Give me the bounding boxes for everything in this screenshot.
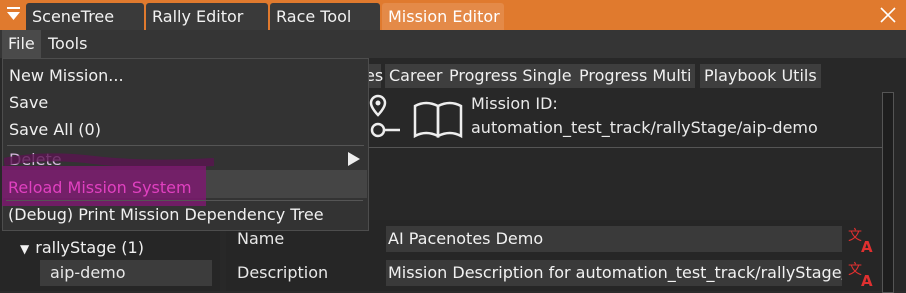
book-icon	[413, 101, 463, 139]
menu-bar: File Tools	[0, 30, 906, 58]
collapse-triangle-icon[interactable]	[4, 3, 24, 27]
menu-separator	[6, 200, 363, 201]
tree-folder-rallystage[interactable]: ▼ rallyStage (1)	[20, 238, 144, 257]
svg-text:文: 文	[848, 262, 862, 278]
menu-file[interactable]: File	[2, 30, 41, 58]
subtab-progress-multi[interactable]: Progress Multi	[575, 64, 696, 88]
translate-icon[interactable]: 文 A	[847, 260, 877, 290]
menu-item-save-all[interactable]: Save All (0)	[9, 117, 101, 143]
tab-mission-editor[interactable]: Mission Editor	[382, 3, 504, 30]
map-pin-route-icon	[369, 94, 400, 138]
divider	[368, 147, 882, 148]
menu-tools[interactable]: Tools	[42, 30, 93, 58]
tab-rally-editor[interactable]: Rally Editor	[146, 3, 268, 30]
description-label: Description	[237, 263, 329, 282]
mission-id-value: automation_test_track/rallyStage/aip-dem…	[471, 118, 818, 137]
tree-folder-label: rallyStage (1)	[35, 238, 144, 257]
svg-text:A: A	[861, 272, 873, 288]
subtab-playbook-utils[interactable]: Playbook Utils	[700, 64, 821, 88]
close-icon[interactable]	[878, 5, 898, 25]
tree-item-label: aip-demo	[50, 263, 126, 282]
mission-type-icons	[368, 92, 464, 142]
svg-text:文: 文	[848, 228, 862, 244]
tab-scenetree[interactable]: SceneTree	[26, 3, 144, 30]
tree-item-aip-demo[interactable]: aip-demo	[40, 260, 212, 286]
menu-separator	[7, 145, 364, 146]
menu-item-new-mission[interactable]: New Mission...	[9, 63, 124, 89]
tab-race-tool[interactable]: Race Tool	[270, 3, 380, 30]
svg-text:A: A	[861, 238, 873, 254]
tree-expand-icon[interactable]: ▼	[20, 242, 29, 256]
subtab-progress-single[interactable]: Progress Single	[445, 64, 576, 88]
name-field[interactable]: AI Pacenotes Demo	[386, 226, 842, 252]
translate-icon[interactable]: 文 A	[847, 226, 877, 256]
scrollbar[interactable]	[882, 92, 894, 293]
submenu-arrow-icon	[347, 151, 361, 171]
menu-item-save[interactable]: Save	[9, 90, 48, 116]
menu-item-reload-mission-system[interactable]: Reload Mission System	[8, 175, 192, 201]
menu-item-debug-print-tree[interactable]: (Debug) Print Mission Dependency Tree	[8, 202, 324, 228]
subtab-career[interactable]: Career	[385, 64, 447, 88]
mission-id-label: Mission ID:	[471, 94, 558, 113]
description-field[interactable]: Mission Description for automation_test_…	[386, 260, 842, 286]
name-label: Name	[237, 229, 285, 248]
